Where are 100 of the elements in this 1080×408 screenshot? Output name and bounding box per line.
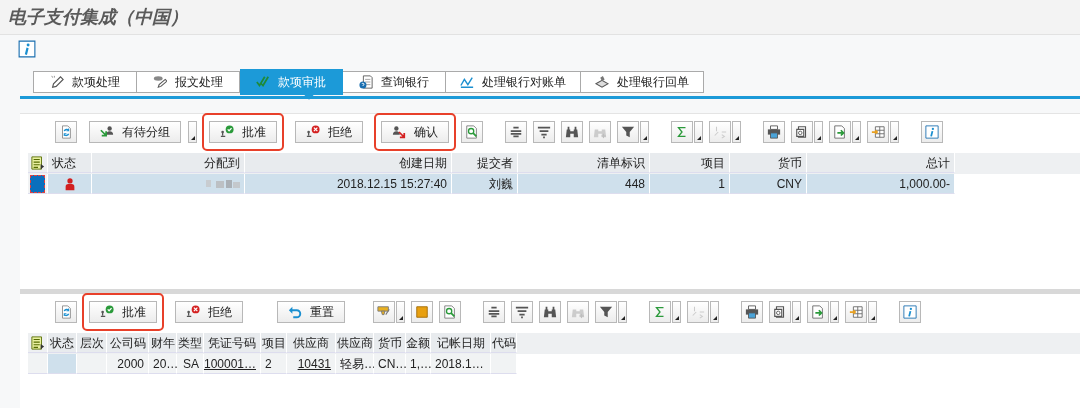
table-cell: 2000 (107, 354, 149, 374)
table-cell: 448 (518, 174, 650, 194)
dropdown-button[interactable] (694, 121, 703, 143)
toolbar-icon-button[interactable] (505, 121, 527, 143)
toolbar-icon-button[interactable] (763, 121, 785, 143)
tab[interactable]: 报文处理 (137, 71, 240, 93)
column-header[interactable]: 供应商 (287, 333, 336, 353)
toolbar-button[interactable]: 批准 (89, 301, 157, 323)
column-header[interactable]: 状态 (48, 153, 92, 173)
toolbar-icon-button[interactable] (649, 301, 671, 323)
column-header[interactable]: 供应商 (336, 333, 374, 353)
person-arrow-icon (392, 125, 406, 139)
dropdown-button[interactable] (710, 301, 719, 323)
column-header[interactable]: 总计 (807, 153, 955, 173)
column-header[interactable]: 项目 (650, 153, 730, 173)
info-button[interactable] (18, 40, 36, 58)
toolbar-icon-button[interactable] (511, 301, 533, 323)
approve-icon (220, 125, 234, 139)
toolbar-icon-button[interactable] (829, 121, 851, 143)
toolbar-icon-button[interactable] (439, 301, 461, 323)
export-icon (811, 305, 825, 319)
export-icon (833, 125, 847, 139)
column-header[interactable]: 项目 (261, 333, 287, 353)
toolbar-icon-button[interactable] (617, 121, 639, 143)
toolbar-icon-button[interactable] (539, 301, 561, 323)
column-header[interactable]: 类型 (177, 333, 204, 353)
column-header[interactable]: 代码 (491, 333, 517, 353)
layout-icon (871, 125, 885, 139)
column-header[interactable]: 层次 (77, 333, 107, 353)
toolbar-icon-button[interactable] (533, 121, 555, 143)
dropdown-button[interactable] (640, 121, 649, 143)
layout-icon (849, 305, 863, 319)
column-header[interactable]: 创建日期 (245, 153, 452, 173)
dropdown-button[interactable] (852, 121, 861, 143)
column-header[interactable]: 提交者 (452, 153, 518, 173)
redacted-text (206, 178, 240, 189)
toolbar-button[interactable]: 批准 (209, 121, 277, 143)
toolbar-icon-button[interactable] (807, 301, 829, 323)
toolbar-button[interactable]: 拒绝 (295, 121, 363, 143)
link-cell[interactable]: 10431 (287, 354, 336, 374)
column-header[interactable]: 分配到 (92, 153, 245, 173)
table-cell: 1,000.00- (807, 174, 955, 194)
sum-icon (653, 305, 667, 319)
column-header[interactable]: 货币 (730, 153, 807, 173)
toolbar-button[interactable]: 确认 (381, 121, 449, 143)
toolbar-icon-button[interactable] (461, 121, 483, 143)
dropdown-button[interactable] (814, 121, 823, 143)
column-header[interactable]: 财年 (149, 333, 177, 353)
toolbar-button[interactable]: 重置 (277, 301, 345, 323)
tab[interactable]: 查询银行 (343, 71, 446, 93)
column-header[interactable]: 状态 (48, 333, 77, 353)
tab[interactable]: 款项处理 (33, 71, 137, 93)
splitter-handle[interactable] (20, 289, 1080, 294)
approve-icon (100, 305, 114, 319)
toolbar-icon-button[interactable] (595, 301, 617, 323)
column-header[interactable]: 公司码 (107, 333, 149, 353)
table-cell: CN… (374, 354, 406, 374)
toolbar-icon-button[interactable] (791, 121, 813, 143)
zigzag-chart-icon (460, 75, 474, 89)
dropdown-button[interactable] (868, 301, 877, 323)
toolbar-icon-button[interactable] (741, 301, 763, 323)
column-header[interactable]: 货币 (374, 333, 406, 353)
page-title: 电子支付集成（中国） (8, 6, 188, 29)
dropdown-button[interactable] (732, 121, 741, 143)
toolbar-button[interactable]: 拒绝 (175, 301, 243, 323)
toolbar-icon-button[interactable] (561, 121, 583, 143)
export-icon (795, 125, 809, 139)
filter-lines-icon (537, 125, 551, 139)
find-icon (443, 305, 457, 319)
table-cell: 2018.1… (431, 354, 491, 374)
table-cell: 轻易… (336, 354, 374, 374)
refresh-button[interactable] (55, 121, 77, 143)
column-settings-button[interactable] (28, 333, 48, 353)
toolbar-icon-button[interactable] (671, 121, 693, 143)
dropdown-button[interactable] (396, 301, 405, 323)
toolbar-icon-button[interactable] (483, 301, 505, 323)
dropdown-button[interactable] (792, 301, 801, 323)
toolbar-button[interactable]: 有待分组 (89, 121, 181, 143)
dropdown-button[interactable] (890, 121, 899, 143)
column-settings-button[interactable] (28, 153, 48, 173)
column-header[interactable]: 记帐日期 (431, 333, 491, 353)
dropdown-button[interactable] (188, 121, 197, 143)
tab[interactable]: 处理银行对账单 (446, 71, 581, 93)
double-check-icon (256, 75, 270, 89)
pencil-icon (50, 75, 64, 89)
funnel-icon (599, 305, 613, 319)
dropdown-button[interactable] (672, 301, 681, 323)
dropdown-button[interactable] (830, 301, 839, 323)
align-center-icon (509, 125, 523, 139)
tab[interactable]: 处理银行回单 (581, 71, 704, 93)
dropdown-button[interactable] (618, 301, 627, 323)
column-header[interactable]: 金额 (406, 333, 431, 353)
link-cell[interactable]: 100001… (204, 354, 261, 374)
row-selector[interactable] (30, 174, 45, 193)
toolbar-icon-button[interactable] (769, 301, 791, 323)
refresh-button[interactable] (55, 301, 77, 323)
refresh-icon (59, 125, 73, 139)
column-header[interactable]: 凭证号码 (204, 333, 261, 353)
column-header[interactable]: 清单标识 (518, 153, 650, 173)
table-cell (48, 354, 77, 374)
